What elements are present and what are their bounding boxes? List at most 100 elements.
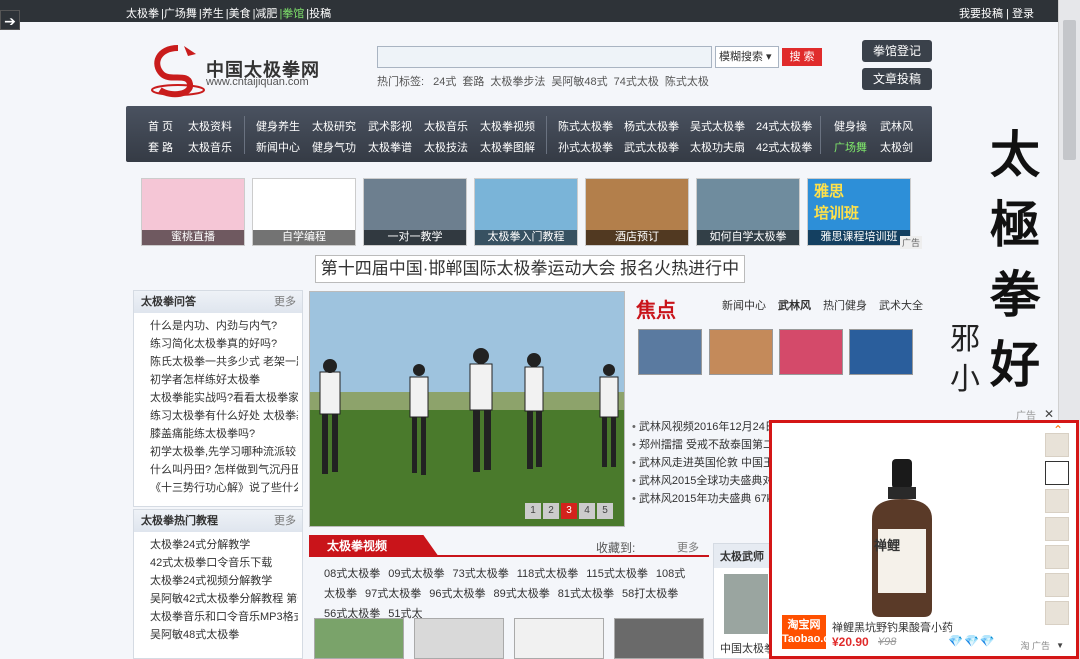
- chevron-up-icon[interactable]: ⌃: [1053, 423, 1063, 437]
- rail-thumb[interactable]: [1045, 517, 1069, 541]
- pager-item[interactable]: 3: [561, 503, 577, 519]
- nav-item[interactable]: 武林风: [880, 118, 913, 134]
- nav-item[interactable]: 太极技法: [424, 139, 468, 155]
- focus-tab[interactable]: 武林风: [778, 300, 811, 312]
- nav-item[interactable]: 吴式太极拳: [690, 118, 745, 134]
- list-item[interactable]: 吴阿敏48式太极拳: [150, 626, 298, 644]
- nav-item[interactable]: 42式太极拳: [756, 139, 812, 155]
- close-icon[interactable]: ✕: [1044, 407, 1054, 421]
- rail-thumb[interactable]: [1045, 545, 1069, 569]
- nav-item[interactable]: 广场舞: [834, 139, 867, 155]
- pager-item[interactable]: 2: [543, 503, 559, 519]
- video-tab[interactable]: 太极拳视频: [309, 535, 439, 557]
- video-link[interactable]: 96式太极拳: [429, 588, 485, 600]
- top-link[interactable]: 太极拳: [126, 8, 159, 20]
- site-logo[interactable]: 中国太极拳网 www.cntaijiquan.com: [148, 42, 338, 98]
- nav-item[interactable]: 健身操: [834, 118, 867, 134]
- video-link[interactable]: 81式太极拳: [558, 588, 614, 600]
- list-item[interactable]: 太极拳24式分解教学: [150, 536, 298, 554]
- list-item[interactable]: 练习简化太极拳真的好吗?: [150, 335, 298, 353]
- list-item[interactable]: 什么叫丹田? 怎样做到气沉丹田?: [150, 461, 298, 479]
- video-link[interactable]: 73式太极拳: [453, 568, 509, 580]
- nav-item[interactable]: 太极研究: [312, 118, 356, 134]
- search-input[interactable]: [377, 46, 712, 68]
- top-link[interactable]: |广场舞: [161, 8, 197, 20]
- list-item[interactable]: 什么是内功、内劲与内气?: [150, 317, 298, 335]
- nav-item[interactable]: 健身养生: [256, 118, 300, 134]
- nav-item[interactable]: 太极剑: [880, 139, 913, 155]
- list-item[interactable]: 太极拳音乐和口令音乐MP3格式--: [150, 608, 298, 626]
- nav-item[interactable]: 健身气功: [312, 139, 356, 155]
- register-gym-button[interactable]: 拳馆登记: [862, 40, 932, 62]
- promo-thumb[interactable]: 一对一教学: [363, 178, 467, 246]
- nav-item[interactable]: 太极资料: [188, 118, 232, 134]
- video-link[interactable]: 08式太极拳: [324, 568, 380, 580]
- list-item[interactable]: 太极拳能实战吗?看看太极拳家怎: [150, 389, 298, 407]
- list-item[interactable]: 膝盖痛能练太极拳吗?: [150, 425, 298, 443]
- product-name[interactable]: 禅鲤黑坑野钓果酸膏小药: [832, 619, 953, 635]
- pager-item[interactable]: 5: [597, 503, 613, 519]
- list-item[interactable]: 陈氏太极拳一共多少式 老架一路: [150, 353, 298, 371]
- nav-item[interactable]: 武式太极拳: [624, 139, 679, 155]
- top-link[interactable]: |投稿: [306, 8, 331, 20]
- list-item[interactable]: 练习太极拳有什么好处 太极拳基: [150, 407, 298, 425]
- hot-tag[interactable]: 套路: [462, 76, 484, 88]
- video-link[interactable]: 58打太极拳: [622, 588, 678, 600]
- rail-thumb[interactable]: [1045, 461, 1069, 485]
- focus-tab[interactable]: 武术大全: [879, 300, 923, 312]
- nav-item[interactable]: 武术影视: [368, 118, 412, 134]
- promo-thumb[interactable]: 蜜桃直播: [141, 178, 245, 246]
- arrow-right-icon[interactable]: ➔: [0, 10, 20, 30]
- nav-item[interactable]: 太极功夫扇: [690, 139, 745, 155]
- hot-tag[interactable]: 74式太极: [614, 76, 659, 88]
- submit-article-button[interactable]: 文章投稿: [862, 68, 932, 90]
- video-thumb[interactable]: [314, 618, 404, 659]
- focus-thumb[interactable]: [709, 329, 773, 375]
- video-link[interactable]: 97式太极拳: [365, 588, 421, 600]
- news-item[interactable]: 武林风走进英国伦敦 中国王鹏飞: [632, 454, 772, 472]
- promo-thumb[interactable]: 自学编程: [252, 178, 356, 246]
- rail-thumb[interactable]: [1045, 489, 1069, 513]
- video-thumb[interactable]: [514, 618, 604, 659]
- video-link[interactable]: 09式太极拳: [388, 568, 444, 580]
- nav-item[interactable]: 陈式太极拳: [558, 118, 613, 134]
- chevron-down-icon[interactable]: ▼: [1056, 641, 1064, 650]
- nav-item[interactable]: 新闻中心: [256, 139, 300, 155]
- video-link[interactable]: 115式太极拳: [586, 568, 648, 580]
- list-item[interactable]: 初学太极拳,先学习哪种流派较: [150, 443, 298, 461]
- pager-item[interactable]: 4: [579, 503, 595, 519]
- pager-item[interactable]: 1: [525, 503, 541, 519]
- news-item[interactable]: 武林风2015全球功夫盛典对阵表: [632, 472, 772, 490]
- martial-caption[interactable]: 中国太极拳: [720, 640, 775, 656]
- video-more-link[interactable]: 更多: [677, 539, 699, 555]
- promo-thumb[interactable]: 雅思 培训班 雅思课程培训班: [807, 178, 911, 246]
- nav-item[interactable]: 太极拳图解: [480, 139, 535, 155]
- martial-thumb[interactable]: [724, 574, 768, 634]
- hot-tag[interactable]: 24式: [433, 76, 456, 88]
- video-link[interactable]: 89式太极拳: [494, 588, 550, 600]
- list-item[interactable]: 太极拳24式视频分解教学: [150, 572, 298, 590]
- promo-thumb[interactable]: 酒店预订: [585, 178, 689, 246]
- qa-more-link[interactable]: 更多: [274, 291, 296, 313]
- video-thumb[interactable]: [614, 618, 704, 659]
- nav-item[interactable]: 首 页: [148, 118, 173, 134]
- top-link[interactable]: |养生: [199, 8, 224, 20]
- top-link[interactable]: |美食: [226, 8, 251, 20]
- top-link[interactable]: |拳馆: [279, 8, 304, 20]
- list-item[interactable]: 吴阿敏42式太极拳分解教程 第一: [150, 590, 298, 608]
- nav-item[interactable]: 太极音乐: [188, 139, 232, 155]
- list-item[interactable]: 初学者怎样练好太极拳: [150, 371, 298, 389]
- nav-item[interactable]: 太极音乐: [424, 118, 468, 134]
- promo-thumb[interactable]: 太极拳入门教程: [474, 178, 578, 246]
- focus-thumb[interactable]: [779, 329, 843, 375]
- news-item[interactable]: 郑州擂擂 受戒不敌泰国第二场: [632, 436, 772, 454]
- main-photo[interactable]: [309, 291, 625, 527]
- search-mode-select[interactable]: 模糊搜索 ▾: [715, 46, 779, 68]
- hot-tag[interactable]: 陈式太极: [665, 76, 709, 88]
- focus-tab[interactable]: 热门健身: [823, 300, 867, 312]
- tutorial-more-link[interactable]: 更多: [274, 510, 296, 532]
- rail-thumb[interactable]: [1045, 601, 1069, 625]
- focus-tab[interactable]: 新闻中心: [722, 300, 766, 312]
- nav-item[interactable]: 太极拳谱: [368, 139, 412, 155]
- top-link[interactable]: |减肥: [253, 8, 278, 20]
